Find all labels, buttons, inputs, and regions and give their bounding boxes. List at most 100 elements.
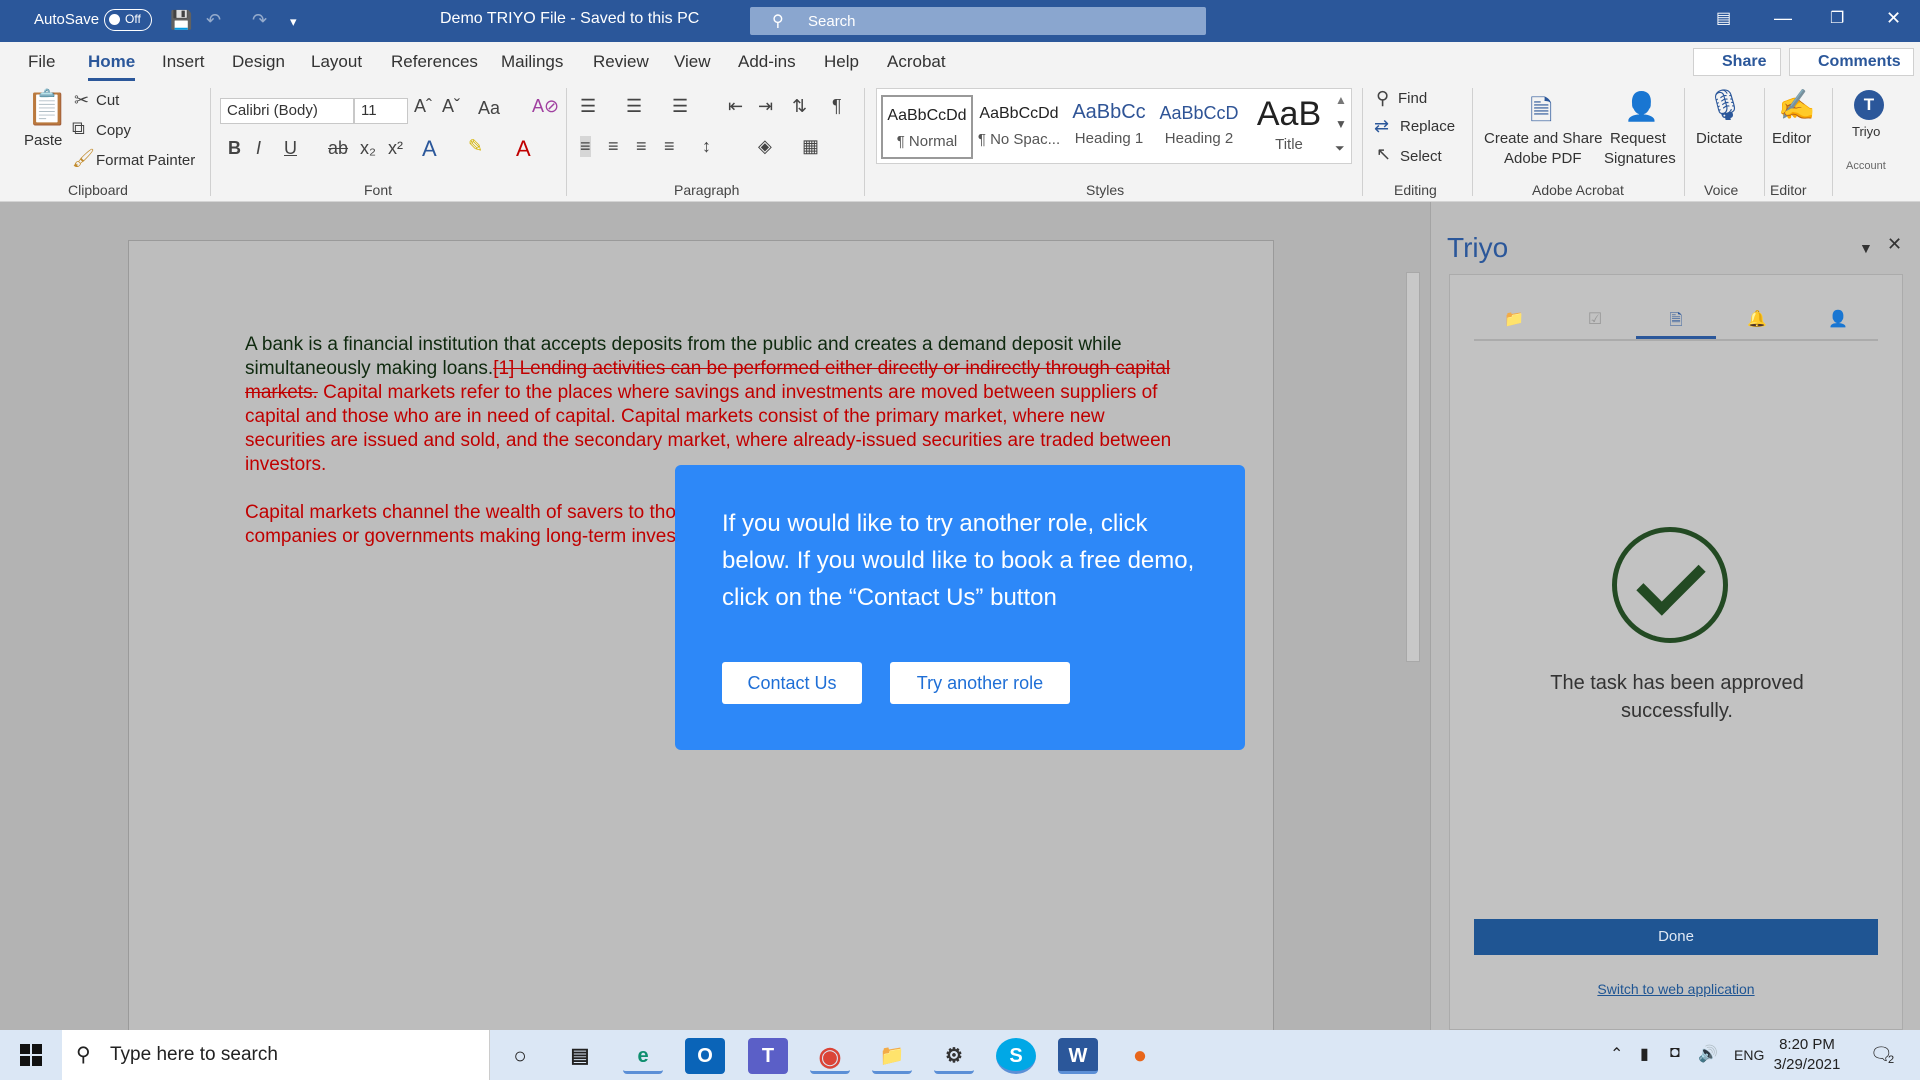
- ribbon-display-icon[interactable]: ▤: [1716, 8, 1731, 28]
- battery-icon[interactable]: ▮: [1640, 1044, 1649, 1064]
- document-search-icon[interactable]: 🗎: [1636, 309, 1716, 339]
- settings-icon[interactable]: ⚙: [934, 1038, 974, 1074]
- folder-icon[interactable]: 📁: [1474, 309, 1554, 339]
- superscript-icon[interactable]: x²: [388, 138, 403, 159]
- save-icon[interactable]: 💾: [170, 10, 192, 31]
- font-color-icon[interactable]: A: [516, 136, 531, 162]
- styles-up-icon[interactable]: ▲: [1335, 93, 1347, 107]
- triyo-button[interactable]: Triyo: [1852, 124, 1880, 139]
- bell-icon[interactable]: 🔔: [1717, 309, 1797, 339]
- format-painter-button[interactable]: Format Painter: [96, 152, 195, 169]
- word-icon[interactable]: W: [1058, 1038, 1098, 1074]
- file-explorer-icon[interactable]: 📁: [872, 1038, 912, 1074]
- tab-review[interactable]: Review: [593, 52, 649, 72]
- shading-icon[interactable]: ◈: [758, 136, 772, 157]
- share-button[interactable]: Share: [1693, 48, 1781, 76]
- show-formatting-icon[interactable]: ¶: [832, 96, 842, 117]
- volume-icon[interactable]: 🔊: [1698, 1044, 1718, 1064]
- tab-references[interactable]: References: [391, 52, 478, 72]
- cut-button[interactable]: Cut: [96, 92, 119, 109]
- restore-button[interactable]: ❐: [1830, 8, 1844, 28]
- create-pdf-button[interactable]: Create and Share: [1484, 130, 1602, 147]
- highlight-icon[interactable]: ✎: [468, 136, 483, 157]
- autosave-toggle[interactable]: Off: [104, 9, 152, 31]
- edge-icon[interactable]: e: [623, 1038, 663, 1074]
- font-size-select[interactable]: 11: [354, 98, 408, 124]
- customize-toolbar-icon[interactable]: ▾: [290, 14, 297, 30]
- comments-button[interactable]: Comments: [1789, 48, 1914, 76]
- tab-file[interactable]: File: [28, 52, 55, 72]
- styles-down-icon[interactable]: ▼: [1335, 117, 1347, 131]
- firefox-icon[interactable]: ●: [1120, 1038, 1160, 1074]
- teams-icon[interactable]: T: [748, 1038, 788, 1074]
- tab-help[interactable]: Help: [824, 52, 859, 72]
- user-icon[interactable]: 👤: [1798, 309, 1878, 339]
- style-no-spacing[interactable]: AaBbCcDd ¶ No Spac...: [973, 95, 1065, 159]
- show-hidden-icons-icon[interactable]: ⌃: [1610, 1044, 1623, 1064]
- style-heading-2[interactable]: AaBbCcD Heading 2: [1153, 95, 1245, 159]
- skype-icon[interactable]: S: [996, 1038, 1036, 1074]
- sort-icon[interactable]: ⇅: [792, 96, 807, 117]
- wifi-icon[interactable]: ◘: [1670, 1044, 1680, 1062]
- redo-icon[interactable]: ↷: [252, 10, 267, 31]
- request-signatures-button[interactable]: Request: [1610, 130, 1666, 147]
- minimize-button[interactable]: —: [1774, 8, 1792, 29]
- pane-options-icon[interactable]: ▼: [1859, 240, 1873, 256]
- contact-us-button[interactable]: Contact Us: [722, 662, 862, 704]
- close-button[interactable]: ✕: [1886, 8, 1901, 29]
- bullets-icon[interactable]: ☰: [580, 96, 596, 117]
- pane-close-icon[interactable]: ✕: [1887, 234, 1902, 255]
- task-view-icon[interactable]: ▤: [560, 1038, 600, 1074]
- outlook-icon[interactable]: O: [685, 1038, 725, 1074]
- strikethrough-icon[interactable]: ab: [328, 138, 348, 159]
- chrome-icon[interactable]: ◉: [810, 1038, 850, 1074]
- style-normal[interactable]: AaBbCcDd ¶ Normal: [881, 95, 973, 159]
- align-right-icon[interactable]: ≡: [636, 136, 647, 157]
- underline-icon[interactable]: U: [284, 138, 297, 159]
- tab-home[interactable]: Home: [88, 52, 136, 81]
- editor-button[interactable]: Editor: [1772, 130, 1811, 147]
- dictate-button[interactable]: Dictate: [1696, 130, 1743, 147]
- switch-to-web-link[interactable]: Switch to web application: [1474, 981, 1878, 997]
- replace-button[interactable]: Replace: [1400, 118, 1455, 135]
- cortana-icon[interactable]: ○: [500, 1038, 540, 1074]
- styles-more-icon[interactable]: ⏷: [1335, 141, 1345, 156]
- numbering-icon[interactable]: ☰: [626, 96, 642, 117]
- select-button[interactable]: Select: [1400, 148, 1442, 165]
- document-title[interactable]: Demo TRIYO File - Saved to this PC: [440, 10, 699, 28]
- paste-button[interactable]: Paste: [24, 132, 62, 149]
- taskbar-search[interactable]: ⚲ Type here to search: [62, 1030, 490, 1080]
- scrollbar-thumb[interactable]: [1406, 272, 1420, 662]
- done-button[interactable]: Done: [1474, 919, 1878, 955]
- tab-design[interactable]: Design: [232, 52, 285, 72]
- tab-acrobat[interactable]: Acrobat: [887, 52, 946, 72]
- search-box[interactable]: ⚲ Search: [750, 7, 1206, 35]
- tab-view[interactable]: View: [674, 52, 711, 72]
- subscript-icon[interactable]: x₂: [360, 138, 376, 159]
- windows-start-icon[interactable]: [20, 1044, 42, 1066]
- paste-icon[interactable]: 📋: [26, 88, 68, 128]
- style-heading-1[interactable]: AaBbCc Heading 1: [1063, 95, 1155, 159]
- clear-formatting-icon[interactable]: A⊘: [532, 96, 559, 117]
- style-title[interactable]: AaB Title: [1243, 95, 1335, 159]
- bold-icon[interactable]: B: [228, 138, 241, 159]
- line-spacing-icon[interactable]: ↕: [702, 136, 711, 157]
- align-left-icon[interactable]: ≡: [580, 136, 591, 157]
- decrease-indent-icon[interactable]: ⇤: [728, 96, 743, 117]
- vertical-scrollbar[interactable]: [1404, 272, 1422, 872]
- try-another-role-button[interactable]: Try another role: [890, 662, 1070, 704]
- find-button[interactable]: Find: [1398, 90, 1427, 107]
- borders-icon[interactable]: ▦: [802, 136, 819, 157]
- clipboard-icon[interactable]: ☑: [1555, 309, 1635, 339]
- copy-button[interactable]: Copy: [96, 122, 131, 139]
- center-icon[interactable]: ≡: [608, 136, 619, 157]
- grow-font-icon[interactable]: Aˆ: [414, 96, 432, 117]
- triyo-logo-icon[interactable]: T: [1854, 90, 1884, 120]
- multilevel-list-icon[interactable]: ☰: [672, 96, 688, 117]
- increase-indent-icon[interactable]: ⇥: [758, 96, 773, 117]
- tab-layout[interactable]: Layout: [311, 52, 362, 72]
- italic-icon[interactable]: I: [256, 138, 261, 159]
- change-case-icon[interactable]: Aa: [478, 98, 500, 119]
- tab-insert[interactable]: Insert: [162, 52, 205, 72]
- tab-mailings[interactable]: Mailings: [501, 52, 563, 72]
